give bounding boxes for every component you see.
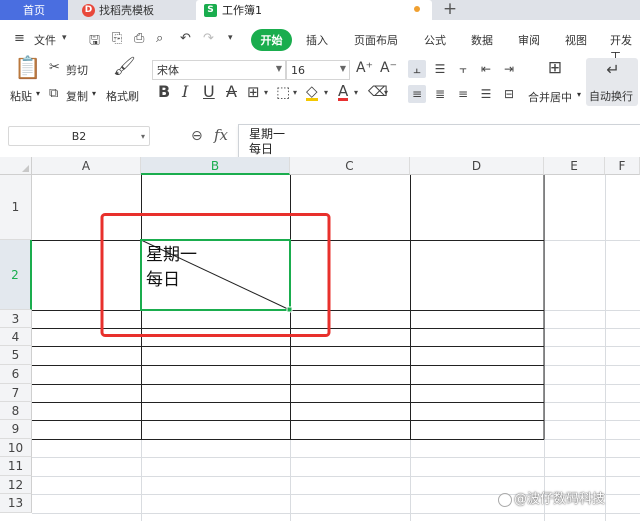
watermark: @波仔数码科技 <box>498 488 605 507</box>
grid-lines <box>32 175 640 521</box>
cell-b2-line-1: 星期一 <box>146 245 197 265</box>
watermark-logo-icon <box>498 492 512 507</box>
fill-handle[interactable] <box>286 306 293 313</box>
watermark-text: @波仔数码科技 <box>514 492 606 507</box>
cell-b2-line-2: 每日 <box>146 270 180 290</box>
